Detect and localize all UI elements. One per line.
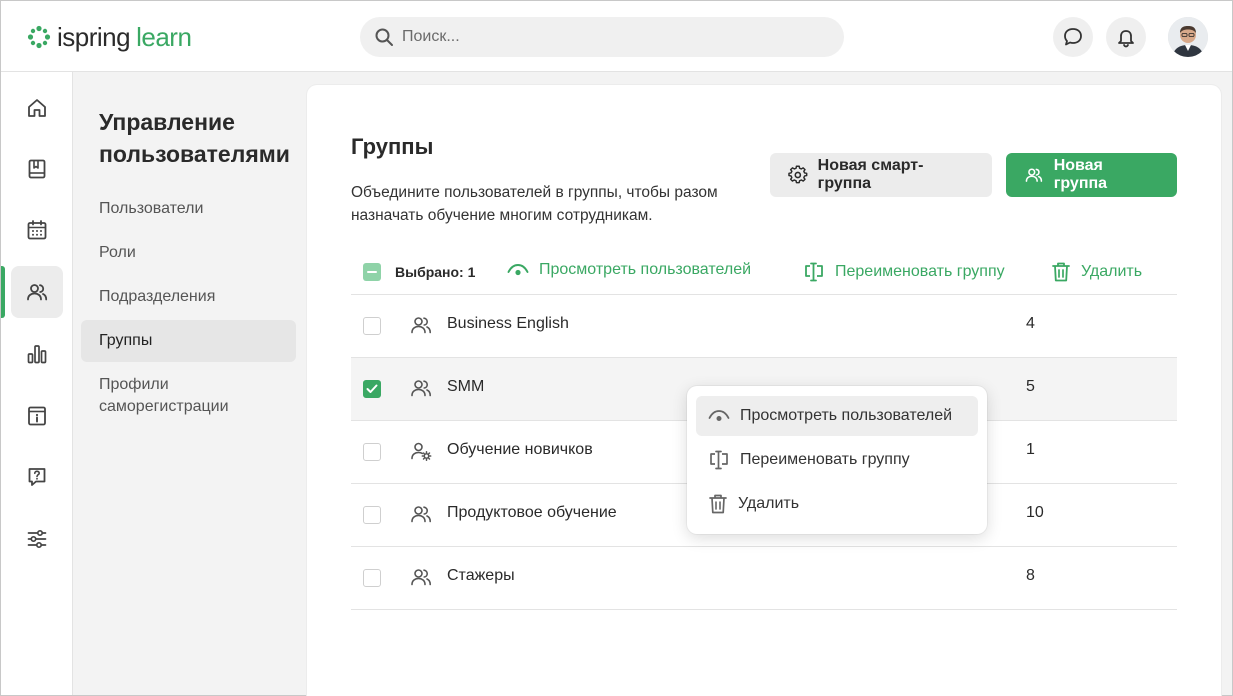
view-users-action[interactable]: Просмотреть пользователей	[507, 261, 751, 279]
section-title: Управление пользователями	[99, 109, 290, 167]
bell-icon	[1118, 30, 1134, 48]
new-group-button[interactable]: Новая группа	[1006, 153, 1177, 197]
page-description: Объедините пользователей в группы, чтобы…	[351, 184, 718, 224]
rename-group-action[interactable]: Переименовать группу	[803, 261, 1005, 283]
book-icon	[28, 159, 46, 179]
calendar-icon	[27, 220, 47, 240]
sliders-icon	[27, 529, 47, 549]
rename-icon	[805, 262, 823, 282]
group-member-count: 5	[1026, 378, 1035, 395]
row-checkbox[interactable]	[363, 443, 381, 461]
row-checkbox[interactable]	[363, 380, 381, 398]
search-input[interactable]	[402, 28, 802, 46]
ctx-rename-group-label: Переименовать группу	[740, 451, 910, 468]
rail-home[interactable]	[11, 82, 63, 134]
selected-count: Выбрано: 1	[395, 264, 476, 280]
row-checkbox[interactable]	[363, 317, 381, 335]
ctx-delete[interactable]: Удалить	[696, 484, 978, 524]
home-icon	[28, 99, 46, 117]
group-member-count: 1	[1026, 441, 1035, 458]
rail-calendar[interactable]	[11, 204, 63, 256]
users-icon	[1025, 168, 1043, 182]
logo[interactable]: ispring learn	[27, 21, 192, 53]
new-group-label: Новая группа	[1053, 157, 1108, 192]
trash-icon	[709, 494, 727, 514]
users-icon	[411, 506, 431, 523]
logo-text: ispring learn	[57, 21, 192, 52]
select-all-checkbox[interactable]	[363, 263, 381, 281]
users-management-nav: Управление пользователями Пользователи Р…	[73, 72, 306, 695]
eye-icon	[507, 264, 529, 276]
users-icon	[27, 284, 48, 301]
search-bar[interactable]	[360, 17, 844, 57]
info-board-icon	[28, 406, 46, 426]
rail-reports[interactable]	[11, 328, 63, 380]
top-bar: ispring learn	[1, 1, 1232, 72]
avatar-image-icon	[1168, 17, 1208, 57]
users-icon	[411, 317, 431, 334]
eye-icon	[708, 410, 730, 421]
subnav-item-groups[interactable]: Группы	[81, 320, 296, 362]
delete-action[interactable]: Удалить	[1051, 261, 1142, 283]
subnav-item-self-registration[interactable]: Профили саморегистрации	[81, 374, 296, 418]
question-bubble-icon	[28, 468, 46, 486]
rail-users[interactable]	[11, 266, 63, 318]
group-name: Продуктовое обучение	[447, 504, 617, 521]
rename-icon	[710, 450, 728, 470]
row-context-menu: Просмотреть пользователей Переименовать …	[687, 386, 987, 534]
chat-bubble-icon	[1064, 28, 1082, 46]
group-member-count: 4	[1026, 315, 1035, 332]
table-row[interactable]: Стажеры 8	[351, 547, 1177, 610]
row-checkbox[interactable]	[363, 569, 381, 587]
chat-button[interactable]	[1053, 17, 1093, 57]
icon-rail	[1, 72, 73, 695]
ctx-view-users[interactable]: Просмотреть пользователей	[696, 396, 978, 436]
checkmark-icon	[366, 384, 378, 393]
new-smart-group-button[interactable]: Новая смарт-группа	[770, 153, 992, 197]
group-name: Стажеры	[447, 567, 515, 584]
bar-chart-icon	[27, 345, 47, 364]
subnav-item-departments[interactable]: Подразделения	[81, 286, 296, 308]
gear-icon	[788, 165, 808, 184]
search-icon	[375, 28, 393, 46]
notifications-button[interactable]	[1106, 17, 1146, 57]
delete-label: Удалить	[1081, 263, 1143, 280]
page-title: Группы	[351, 134, 434, 159]
group-name: Обучение новичков	[447, 441, 593, 458]
rail-catalog[interactable]	[11, 143, 63, 195]
ctx-delete-label: Удалить	[738, 495, 800, 512]
row-checkbox[interactable]	[363, 506, 381, 524]
view-users-label: Просмотреть пользователей	[539, 261, 752, 278]
bulk-action-bar: Выбрано: 1 Просмотреть пользователей Пер…	[351, 251, 1177, 295]
table-row[interactable]: Business English 4	[351, 295, 1177, 358]
group-member-count: 8	[1026, 567, 1035, 584]
smart-group-icon	[411, 442, 432, 461]
users-icon	[411, 569, 431, 586]
rail-help[interactable]	[11, 451, 63, 503]
group-name: SMM	[447, 378, 485, 395]
subnav-item-users[interactable]: Пользователи	[81, 198, 296, 220]
rail-info[interactable]	[11, 390, 63, 442]
trash-icon	[1052, 262, 1070, 282]
ispring-logo-icon	[27, 25, 51, 49]
new-smart-group-label: Новая смарт-группа	[817, 157, 924, 192]
subnav-item-roles[interactable]: Роли	[81, 242, 296, 264]
active-indicator	[1, 266, 5, 318]
group-name: Business English	[447, 315, 569, 332]
rail-settings[interactable]	[11, 513, 63, 565]
group-member-count: 10	[1026, 504, 1044, 521]
user-avatar[interactable]	[1168, 17, 1208, 57]
users-icon	[411, 380, 431, 397]
ctx-rename-group[interactable]: Переименовать группу	[696, 440, 978, 480]
rename-group-label: Переименовать группу	[835, 263, 1005, 280]
ctx-view-users-label: Просмотреть пользователей	[740, 407, 953, 424]
